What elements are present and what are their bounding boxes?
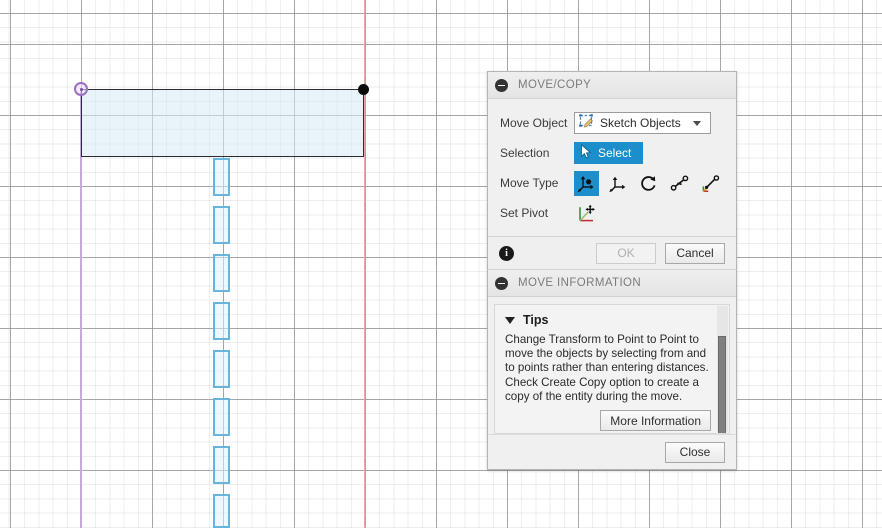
move-copy-section-title: MOVE/COPY <box>518 79 592 91</box>
tips-scrollbar-track[interactable] <box>717 306 728 433</box>
move-type-icon-strip <box>574 170 723 196</box>
move-point-axis-icon-button[interactable] <box>698 171 723 196</box>
selection-row: Selection Select <box>488 138 736 168</box>
close-button[interactable]: Close <box>665 441 725 463</box>
tips-title: Tips <box>523 313 549 327</box>
select-button[interactable]: Select <box>574 142 644 164</box>
ghost-copy-rect <box>213 158 230 196</box>
selection-label: Selection <box>500 146 550 160</box>
move-object-row: Move Object Sketch Objects <box>488 108 736 138</box>
move-point-to-point-icon-button[interactable] <box>605 171 630 196</box>
move-type-row: Move Type <box>488 168 736 198</box>
more-information-row: More Information <box>505 410 713 432</box>
cancel-button[interactable]: Cancel <box>665 242 725 264</box>
move-object-value: Sketch Objects <box>600 116 681 130</box>
vertex-point-right[interactable] <box>358 84 369 95</box>
move-type-label: Move Type <box>500 176 559 190</box>
ghost-copy-rect <box>213 494 230 528</box>
chevron-down-icon[interactable] <box>693 120 701 126</box>
sketch-rectangle[interactable] <box>81 89 364 157</box>
move-object-label: Move Object <box>500 116 568 130</box>
triangle-down-icon[interactable] <box>505 316 515 324</box>
ghost-copy-rect <box>213 254 230 292</box>
move-copy-section-header[interactable]: MOVE/COPY <box>488 72 736 99</box>
ghost-copy-rect <box>213 350 230 388</box>
sketch-objects-icon <box>579 114 595 132</box>
ghost-copy-rect <box>213 446 230 484</box>
move-copy-dialog[interactable]: MOVE/COPY Move Object Sketch Objects Sel… <box>487 71 737 470</box>
dialog-footer-bar: Close <box>488 434 736 469</box>
sketch-canvas[interactable] <box>0 0 882 528</box>
move-information-section-title: MOVE INFORMATION <box>518 277 642 289</box>
cursor-arrow-icon <box>580 143 593 162</box>
move-copy-body: Move Object Sketch Objects Selection Sel… <box>488 99 736 236</box>
set-pivot-row: Set Pivot <box>488 198 736 228</box>
ghost-copy-rect <box>213 398 230 436</box>
rotate-icon-button[interactable] <box>636 171 661 196</box>
tips-scrollbar-thumb[interactable] <box>718 336 726 433</box>
tips-header[interactable]: Tips <box>505 313 713 327</box>
collapse-minus-icon-2[interactable] <box>495 276 508 290</box>
set-pivot-label: Set Pivot <box>500 206 549 220</box>
set-pivot-icon-button[interactable] <box>574 201 599 226</box>
collapse-minus-icon[interactable] <box>495 78 508 92</box>
ghost-copy-rect <box>213 206 230 244</box>
ghost-copy-rect <box>213 302 230 340</box>
dialog-action-bar: i OK Cancel <box>488 236 736 270</box>
move-free-icon-button[interactable] <box>574 170 599 196</box>
move-two-point-icon-button[interactable] <box>667 171 692 196</box>
ok-button[interactable]: OK <box>596 242 656 264</box>
select-button-label: Select <box>598 146 632 160</box>
origin-point-marker[interactable] <box>74 82 88 96</box>
move-information-body: Tips Change Transform to Point to Point … <box>494 304 730 434</box>
info-icon[interactable]: i <box>499 245 514 261</box>
move-information-section-header[interactable]: MOVE INFORMATION <box>488 270 736 297</box>
vertical-axis-red <box>364 0 365 528</box>
move-object-dropdown[interactable]: Sketch Objects <box>574 112 711 134</box>
more-information-button[interactable]: More Information <box>600 410 711 432</box>
tips-text: Change Transform to Point to Point to mo… <box>505 333 709 403</box>
